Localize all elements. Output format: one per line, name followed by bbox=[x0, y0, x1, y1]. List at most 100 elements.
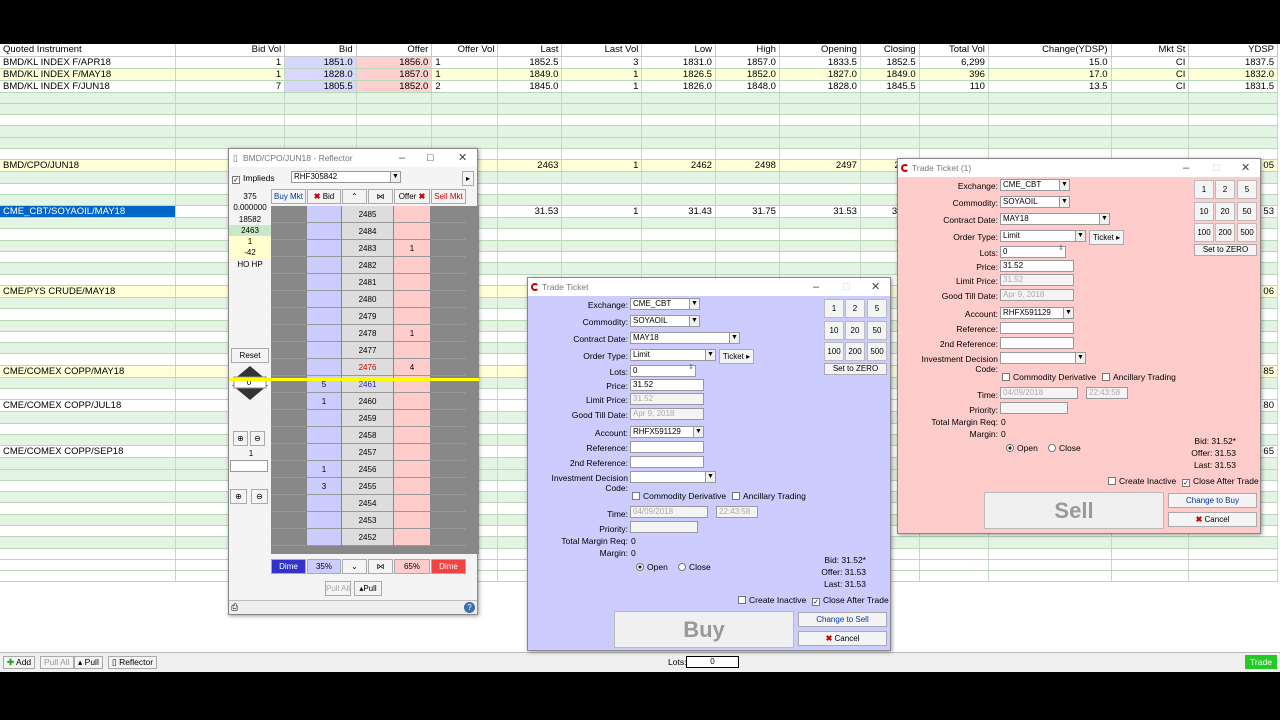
magnify-icon[interactable]: ⊖ bbox=[251, 489, 268, 504]
bid-cell[interactable] bbox=[307, 308, 341, 325]
bid-cell[interactable] bbox=[307, 223, 341, 240]
ladder-row[interactable]: 2478 1 bbox=[271, 325, 479, 342]
price-cell[interactable]: 2453 bbox=[342, 512, 393, 529]
close-radio[interactable]: Close bbox=[1048, 443, 1081, 453]
buy-mkt-cell[interactable] bbox=[271, 206, 306, 223]
column-header[interactable]: YDSP bbox=[1188, 44, 1278, 57]
lots-input[interactable]: 0 bbox=[686, 656, 739, 668]
ladder-row[interactable]: 1 2456 bbox=[271, 461, 479, 478]
buy-mkt-cell[interactable] bbox=[271, 461, 306, 478]
reference-field[interactable] bbox=[1000, 322, 1074, 334]
pull-all-button-reflector[interactable]: Pull All bbox=[325, 581, 351, 596]
price-cell[interactable]: 2460 bbox=[342, 393, 393, 410]
sell-mkt-cell[interactable] bbox=[431, 393, 466, 410]
quick-qty-button[interactable]: 2 bbox=[1215, 180, 1235, 199]
quick-qty-button[interactable]: 200 bbox=[1215, 223, 1235, 242]
implieds-checkbox[interactable]: ✓ Implieds bbox=[232, 173, 275, 184]
quick-qty-button[interactable]: 10 bbox=[824, 321, 844, 340]
price-cell[interactable]: 2484 bbox=[342, 223, 393, 240]
sell-mkt-cell[interactable] bbox=[431, 495, 466, 512]
sell-mkt-cell[interactable] bbox=[431, 325, 466, 342]
buy-mkt-cell[interactable] bbox=[271, 274, 306, 291]
ladder-row[interactable]: 2454 bbox=[271, 495, 479, 512]
lots-field[interactable]: 0 bbox=[630, 365, 696, 377]
price-cell[interactable]: 2482 bbox=[342, 257, 393, 274]
good_till-field[interactable]: Apr 9, 2018 bbox=[1000, 289, 1074, 301]
cancel-bids-button[interactable]: ✖ Bid bbox=[307, 189, 341, 204]
bid-cell[interactable] bbox=[307, 342, 341, 359]
column-header[interactable]: Quoted Instrument bbox=[0, 44, 177, 57]
bid-cell[interactable] bbox=[307, 291, 341, 308]
bid-cell[interactable] bbox=[307, 206, 341, 223]
change-side-button[interactable]: Change to Sell bbox=[798, 612, 887, 627]
sell-mkt-cell[interactable] bbox=[431, 291, 466, 308]
buy-mkt-cell[interactable] bbox=[271, 529, 306, 546]
maximize-icon[interactable]: □ bbox=[843, 278, 850, 296]
sell-mkt-cell[interactable] bbox=[431, 461, 466, 478]
change-side-button[interactable]: Change to Buy bbox=[1168, 493, 1257, 508]
bid-cell[interactable] bbox=[307, 274, 341, 291]
buy-mkt-cell[interactable] bbox=[271, 410, 306, 427]
magnify-plus-icon[interactable]: ⊕ bbox=[230, 489, 247, 504]
instrument-row[interactable]: BMD/KL INDEX F/MAY18 1 1828.0 1857.0 1 1849.0… bbox=[0, 68, 1278, 81]
recenter-button[interactable]: ⋈ bbox=[368, 189, 393, 204]
reference2-field[interactable] bbox=[1000, 337, 1074, 349]
recenter-button-2[interactable]: ⋈ bbox=[368, 559, 393, 574]
reflector-button[interactable]: ▯ Reflector bbox=[108, 656, 158, 669]
sell-mkt-cell[interactable] bbox=[431, 478, 466, 495]
maximize-icon[interactable]: □ bbox=[427, 149, 434, 167]
order_type-field[interactable]: Limit ▼ bbox=[1000, 230, 1086, 242]
offer-cell[interactable] bbox=[394, 410, 430, 427]
bid-cell[interactable] bbox=[307, 444, 341, 461]
sell-mkt-cell[interactable] bbox=[431, 223, 466, 240]
quick-qty-button[interactable]: 20 bbox=[1215, 202, 1235, 221]
price-cell[interactable]: 2454 bbox=[342, 495, 393, 512]
buy-mkt-cell[interactable] bbox=[271, 308, 306, 325]
offer-cell[interactable] bbox=[394, 512, 430, 529]
offer-cell[interactable] bbox=[394, 461, 430, 478]
column-header[interactable]: Mkt St bbox=[1111, 44, 1190, 57]
column-header[interactable]: Opening bbox=[779, 44, 861, 57]
quick-qty-button[interactable]: 50 bbox=[867, 321, 887, 340]
offer-cell[interactable] bbox=[394, 308, 430, 325]
create-inactive-checkbox[interactable]: Create Inactive bbox=[738, 595, 806, 605]
commodity-field[interactable]: SOYAOIL ▼ bbox=[630, 315, 700, 327]
bid-cell[interactable] bbox=[307, 257, 341, 274]
instrument-row[interactable] bbox=[0, 103, 1278, 116]
ladder-row[interactable]: 2458 bbox=[271, 427, 479, 444]
cancel-button[interactable]: ✖ Cancel bbox=[1168, 512, 1257, 527]
sell-mkt-cell[interactable] bbox=[431, 444, 466, 461]
price-cell[interactable]: 2477 bbox=[342, 342, 393, 359]
pull-button-reflector[interactable]: ▴Pull bbox=[354, 581, 382, 596]
quick-qty-button[interactable]: 1 bbox=[824, 299, 844, 318]
reference2-field[interactable] bbox=[630, 456, 704, 468]
instrument-row[interactable] bbox=[0, 92, 1278, 104]
bid-cell[interactable] bbox=[307, 325, 341, 342]
price-cell[interactable]: 2478 bbox=[342, 325, 393, 342]
column-header[interactable]: Closing bbox=[860, 44, 920, 57]
ladder-row[interactable]: 2480 bbox=[271, 291, 479, 308]
ancillary-trading-checkbox[interactable]: Ancillary Trading bbox=[732, 491, 806, 501]
bid-cell[interactable] bbox=[307, 529, 341, 546]
offer-cell[interactable] bbox=[394, 427, 430, 444]
contract_date-field[interactable]: MAY18 ▼ bbox=[1000, 213, 1110, 225]
help-icon[interactable]: ? bbox=[464, 602, 475, 613]
close-after-trade-checkbox[interactable]: ✓ Close After Trade bbox=[812, 595, 889, 606]
ladder-row[interactable]: 2484 bbox=[271, 223, 479, 240]
offer-cell[interactable] bbox=[394, 223, 430, 240]
buy-mkt-cell[interactable] bbox=[271, 240, 306, 257]
offer-cell[interactable] bbox=[394, 291, 430, 308]
lots-spinner-icon[interactable]: ⇕ bbox=[1058, 244, 1064, 252]
exchange-field[interactable]: CME_CBT ▼ bbox=[630, 298, 700, 310]
close-after-trade-checkbox[interactable]: ✓ Close After Trade bbox=[1182, 476, 1259, 487]
quick-qty-button[interactable]: 100 bbox=[1194, 223, 1214, 242]
time-clock-field[interactable]: 22:43:58 bbox=[716, 506, 758, 518]
close-icon[interactable]: ✕ bbox=[871, 278, 880, 296]
dime-buy-button[interactable]: Dime bbox=[271, 559, 306, 574]
column-header[interactable]: High bbox=[715, 44, 780, 57]
account-field[interactable]: RHFX591129 ▼ bbox=[630, 426, 704, 438]
priority-field[interactable] bbox=[1000, 402, 1068, 414]
sell-mkt-cell[interactable] bbox=[431, 512, 466, 529]
limit_price-field[interactable]: 31.52 bbox=[630, 393, 704, 405]
ladder-row[interactable]: 2459 bbox=[271, 410, 479, 427]
